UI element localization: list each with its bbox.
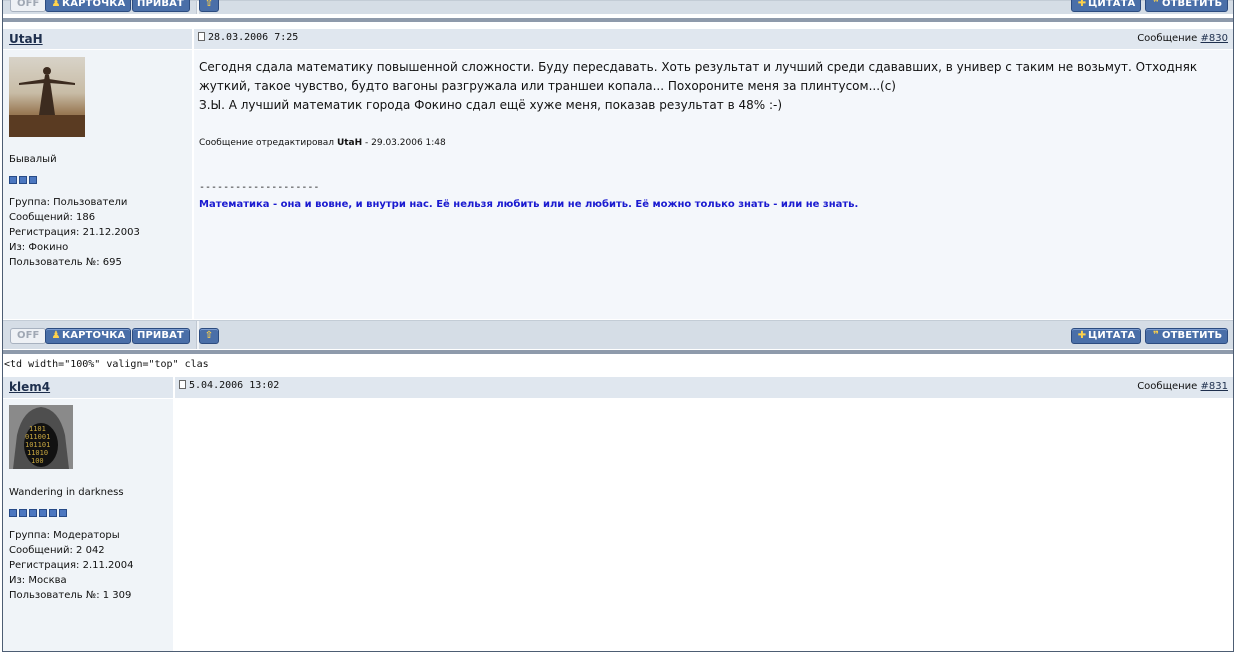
post-date: 5.04.2006 13:02 (179, 380, 279, 391)
avatar: 1101 011001 101101 11010 100 (9, 405, 73, 469)
user-rank: Wandering in darkness (9, 487, 124, 498)
rank-pip (49, 509, 57, 517)
top-button-bar: OFF ♟КАРТОЧКА ПРИВАТ ⇧ ✚ ЦИТАТА ❞ ОТВЕТИТЬ (3, 0, 1233, 14)
scroll-top-button[interactable]: ⇧ (199, 328, 219, 344)
profile-card-button[interactable]: ♟КАРТОЧКА (45, 0, 132, 12)
post-number-link[interactable]: #830 (1201, 33, 1228, 44)
offline-status-button[interactable]: OFF (10, 0, 47, 12)
svg-text:11010: 11010 (27, 449, 48, 457)
rank-pip (9, 176, 17, 184)
quote-marks-icon: ❞ (1153, 0, 1159, 9)
rank-pips (9, 169, 39, 188)
document-icon (179, 380, 186, 389)
post-button-bar: OFF ♟КАРТОЧКА ПРИВАТ ⇧ ✚ ЦИТАТА ❞ ОТВЕТИТЬ (3, 320, 1233, 349)
signature-separator: -------------------- (199, 182, 320, 193)
post-body (175, 399, 1233, 651)
quote-button[interactable]: ✚ ЦИТАТА (1071, 328, 1142, 344)
user-info: Группа: Пользователи Сообщений: 186 Реги… (9, 195, 140, 270)
user-location: Из: Москва (9, 575, 67, 586)
rank-pip (9, 509, 17, 517)
signature: Математика - она и вовне, и внутри нас. … (199, 199, 859, 210)
author-name-link[interactable]: klem4 (9, 380, 50, 394)
post-body: Сегодня сдала математику повышенной слож… (194, 50, 1233, 319)
edit-note: Сообщение отредактировал UtaH - 29.03.20… (199, 138, 446, 148)
arrow-up-icon: ⇧ (204, 0, 214, 9)
svg-text:101101: 101101 (25, 441, 50, 449)
post-meta-header: 28.03.2006 7:25 Сообщение #830 (194, 29, 1233, 49)
post-meta-header: 5.04.2006 13:02 Сообщение #831 (175, 377, 1233, 398)
user-group: Группа: Модераторы (9, 530, 120, 541)
post-number-link[interactable]: #831 (1201, 381, 1228, 392)
post-text: Сегодня сдала математику повышенной слож… (199, 60, 1198, 112)
user-number: Пользователь №: 1 309 (9, 590, 132, 601)
post-divider (3, 18, 1233, 22)
avatar (9, 57, 85, 137)
rank-pip (19, 509, 27, 517)
author-name-link[interactable]: UtaH (9, 32, 43, 46)
quote-button[interactable]: ✚ ЦИТАТА (1071, 0, 1142, 12)
post-number: Сообщение #830 (1137, 33, 1228, 44)
plus-icon: ✚ (1077, 330, 1087, 341)
profile-card-button[interactable]: ♟КАРТОЧКА (45, 328, 132, 344)
post-date: 28.03.2006 7:25 (198, 32, 298, 43)
post-number: Сообщение #831 (1137, 381, 1228, 392)
post-author-header: UtaH (3, 29, 192, 49)
quote-marks-icon: ❞ (1153, 330, 1159, 341)
user-rank: Бывалый (9, 154, 57, 165)
offline-status-button[interactable]: OFF (10, 328, 47, 344)
user-message-count: Сообщений: 2 042 (9, 545, 105, 556)
rank-pip (29, 509, 37, 517)
private-message-button[interactable]: ПРИВАТ (132, 0, 190, 12)
post-author-sidebar: 1101 011001 101101 11010 100 Wandering i… (3, 399, 173, 651)
user-number: Пользователь №: 695 (9, 257, 122, 268)
private-message-button[interactable]: ПРИВАТ (132, 328, 190, 344)
post-author-header: klem4 (3, 377, 173, 398)
user-message-count: Сообщений: 186 (9, 212, 96, 223)
user-registration: Регистрация: 2.11.2004 (9, 560, 134, 571)
rank-pips (9, 502, 69, 521)
rank-pip (39, 509, 47, 517)
user-group: Группа: Пользователи (9, 197, 128, 208)
svg-text:011001: 011001 (25, 433, 50, 441)
svg-text:1101: 1101 (29, 425, 46, 433)
arrow-up-icon: ⇧ (204, 330, 214, 341)
user-registration: Регистрация: 21.12.2003 (9, 227, 140, 238)
post-author-sidebar: Бывалый Группа: Пользователи Сообщений: … (3, 50, 192, 319)
broken-html-text: <td width="100%" valign="top" clas (4, 359, 209, 370)
reply-button[interactable]: ❞ ОТВЕТИТЬ (1145, 328, 1229, 344)
document-icon (198, 32, 205, 41)
rank-pip (29, 176, 37, 184)
user-icon: ♟ (51, 0, 61, 9)
svg-text:100: 100 (31, 457, 44, 465)
post-divider (3, 350, 1233, 354)
rank-pip (19, 176, 27, 184)
plus-icon: ✚ (1077, 0, 1087, 9)
user-location: Из: Фокино (9, 242, 69, 253)
user-info: Группа: Модераторы Сообщений: 2 042 Реги… (9, 528, 134, 603)
reply-button[interactable]: ❞ ОТВЕТИТЬ (1145, 0, 1229, 12)
rank-pip (59, 509, 67, 517)
user-icon: ♟ (51, 330, 61, 341)
scroll-top-button[interactable]: ⇧ (199, 0, 219, 12)
